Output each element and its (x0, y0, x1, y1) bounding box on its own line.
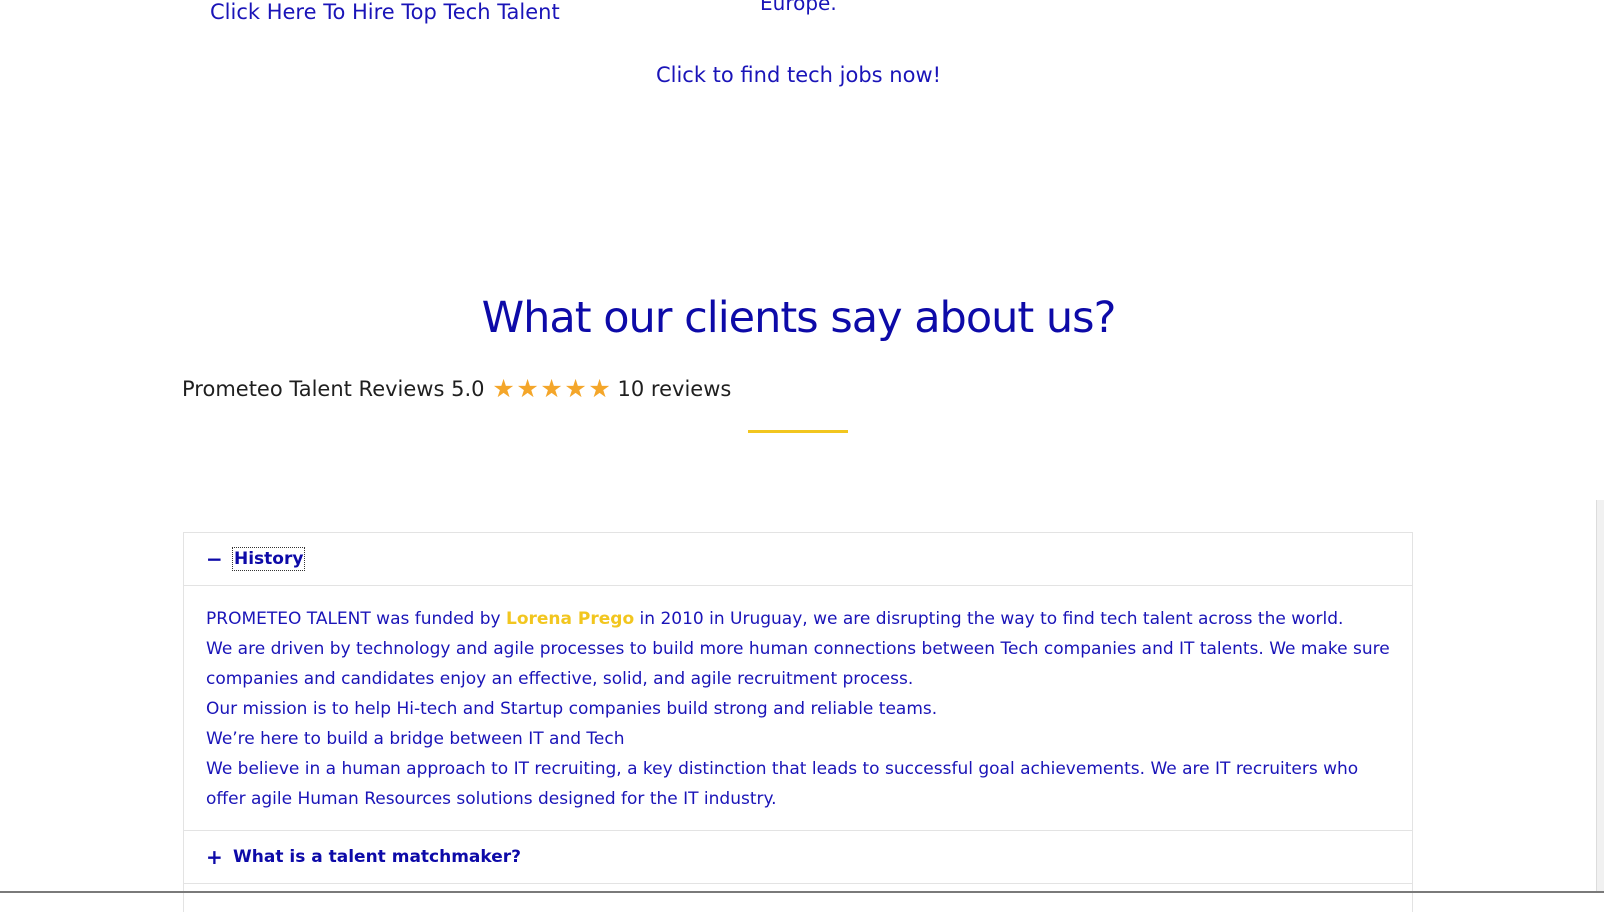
star-icon: ★ (516, 374, 539, 403)
section-divider (748, 430, 848, 433)
star-icon: ★ (588, 374, 611, 403)
history-paragraph: We are driven by technology and agile pr… (206, 639, 1390, 689)
plus-icon: + (206, 845, 223, 869)
star-icon: ★ (540, 374, 563, 403)
section-title: What our clients say about us? (481, 293, 1117, 343)
hire-talent-link[interactable]: Click Here To Hire Top Tech Talent (210, 0, 560, 24)
minus-icon: − (206, 547, 223, 571)
reviews-label: Prometeo Talent Reviews (182, 376, 445, 401)
find-jobs-link[interactable]: Click to find tech jobs now! (0, 63, 1597, 87)
history-text: in 2010 in Uruguay, we are disrupting th… (634, 609, 1344, 629)
history-paragraph: PROMETEO TALENT was funded by Lorena Pre… (206, 604, 1390, 634)
reviews-count: 10 reviews (617, 376, 732, 401)
accordion-title[interactable]: History (231, 547, 306, 571)
rating-stars: ★ ★ ★ ★ ★ (492, 376, 612, 401)
history-text: PROMETEO TALENT was funded by (206, 609, 506, 629)
history-paragraph: We’re here to build a bridge between IT … (206, 729, 625, 749)
founder-name: Lorena Prego (506, 609, 635, 629)
scrollbar-thumb[interactable] (1596, 500, 1604, 893)
accordion-header-matchmaker[interactable]: + What is a talent matchmaker? (184, 831, 1412, 884)
star-icon: ★ (492, 374, 515, 403)
reviews-rating: 5.0 (451, 376, 485, 401)
reviews-summary[interactable]: Prometeo Talent Reviews 5.0 ★ ★ ★ ★ ★ 10… (182, 376, 731, 401)
star-icon: ★ (564, 374, 587, 403)
history-paragraph: Our mission is to help Hi-tech and Start… (206, 699, 938, 719)
europe-text: Europe. (760, 0, 837, 15)
accordion-title[interactable]: What is a talent matchmaker? (233, 847, 521, 867)
history-paragraph: We believe in a human approach to IT rec… (206, 759, 1359, 809)
accordion-header-history[interactable]: − History (184, 533, 1412, 586)
faq-accordion: − History PROMETEO TALENT was funded by … (183, 532, 1413, 912)
accordion-content-history: PROMETEO TALENT was funded by Lorena Pre… (184, 586, 1412, 831)
